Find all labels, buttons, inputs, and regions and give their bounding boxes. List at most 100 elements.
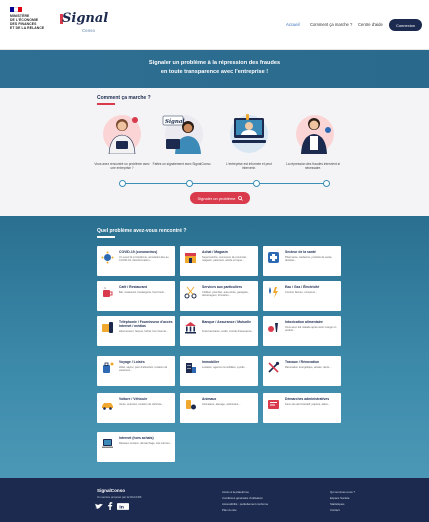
- bank-icon: [185, 322, 196, 334]
- timeline-dot: [323, 180, 330, 187]
- category-title: Téléphonie / Fournisseur d'accès interne…: [119, 320, 173, 328]
- energy-icon: [269, 287, 278, 298]
- category-card-real-estate[interactable]: Immobilier Location, agence immobilière,…: [180, 356, 258, 386]
- footer-link[interactable]: Espace Société: [330, 496, 349, 500]
- virus-icon: [101, 251, 114, 264]
- category-card-renovation[interactable]: Travaux / Rénovation Rénovation énergéti…: [263, 356, 341, 386]
- search-icon: [237, 195, 243, 201]
- footer-subtitle: Un service proposé par la DGCCRF: [97, 495, 142, 499]
- social-links: in: [95, 502, 129, 510]
- category-desc: Vous avez été malade après avoir mangé u…: [285, 326, 337, 333]
- category-card-services[interactable]: Services aux particuliers Coiffeur, plom…: [180, 281, 258, 311]
- step-2-badge: Signal: [165, 119, 185, 125]
- tools-icon: [268, 361, 280, 373]
- step-3-illustration: [230, 114, 268, 153]
- category-card-covid[interactable]: COVID-19 (coronavirus) Un souci lié à l'…: [97, 246, 175, 276]
- category-title: Services aux particuliers: [202, 285, 242, 289]
- category-desc: Faux site administratif, papiers, aides.…: [285, 403, 330, 406]
- logo-brand-sub: Conso: [82, 28, 96, 33]
- login-button[interactable]: Connexion: [389, 19, 422, 31]
- footer-link[interactable]: Accessibilité : partiellement conforme: [222, 502, 268, 506]
- category-card-bank[interactable]: Banque / Assurance / Mutuelle Frais banc…: [180, 316, 258, 346]
- category-card-utilities[interactable]: Eau / Gaz / Électricité Contrat, facture…: [263, 281, 341, 311]
- category-title: Intoxication alimentaire: [285, 320, 323, 324]
- category-title: COVID-19 (coronavirus): [119, 250, 158, 254]
- category-desc: Supermarché, commerce de proximité, maga…: [202, 256, 247, 263]
- hero-line-2: en toute transparence avec l'entreprise …: [160, 69, 269, 75]
- category-card-vehicle[interactable]: Voiture / Véhicule Vente, entretien, loc…: [97, 393, 175, 423]
- category-title: Travaux / Rénovation: [285, 360, 320, 364]
- category-title: Voiture / Véhicule: [119, 397, 148, 401]
- coffee-icon: [103, 287, 113, 297]
- step-2-caption: Faites un signalement avec SignalConso.: [152, 162, 212, 166]
- document-icon: [268, 400, 279, 409]
- step-2-illustration: Signal: [162, 115, 203, 154]
- category-desc: Hôtel, séjour, parc d'attraction, locati…: [119, 366, 168, 373]
- twitter-icon[interactable]: [95, 503, 103, 510]
- category-desc: Vente, entretien, location de véhicule..…: [119, 403, 164, 406]
- category-desc: Abonnement, facture, forfait, box intern…: [119, 330, 169, 333]
- step-1-caption: Vous avez rencontré un problème avec une…: [94, 162, 150, 171]
- category-card-travel[interactable]: Voyage / Loisirs Hôtel, séjour, parc d'a…: [97, 356, 175, 386]
- facebook-icon[interactable]: [107, 502, 113, 510]
- footer-link[interactable]: Qui sommes-nous ?: [330, 490, 355, 494]
- category-card-health[interactable]: Secteur de la santé Pharmacie, médecine,…: [263, 246, 341, 276]
- problems-title: Quel problème avez-vous rencontré ?: [97, 228, 187, 234]
- how-title: Comment ça marche ?: [97, 95, 151, 101]
- health-icon: [268, 252, 279, 263]
- login-button-label: Connexion: [395, 22, 416, 28]
- footer-link[interactable]: Accès à la plateforme: [222, 490, 249, 494]
- report-problem-button[interactable]: Signaler un problème: [190, 192, 250, 204]
- signalconso-logo[interactable]: Signal Conso: [60, 11, 110, 41]
- category-desc: Rénovation énergétique, artisan, devis..…: [285, 366, 332, 369]
- timeline-dot: [253, 180, 260, 187]
- category-card-food-poisoning[interactable]: Intoxication alimentaire Vous avez été m…: [263, 316, 341, 346]
- step-1-illustration: [103, 115, 141, 154]
- category-desc: Animalerie, élevage, vétérinaire...: [202, 403, 241, 406]
- hero-title: Signaler un problème à la répression des…: [0, 59, 429, 77]
- category-title: Animaux: [202, 397, 217, 401]
- luggage-icon: [103, 362, 114, 373]
- category-desc: Bar, restaurant, boulangerie, food truck…: [119, 291, 167, 294]
- laptop-icon: [102, 439, 113, 448]
- pet-icon: [186, 400, 196, 410]
- ministry-line: ET DE LA RELANCE: [10, 26, 45, 30]
- category-title: Eau / Gaz / Électricité: [285, 285, 320, 289]
- category-card-internet[interactable]: Internet (hors achats) Réseaux sociaux, …: [97, 432, 175, 462]
- republic-logo[interactable]: MINISTÈRE DE L'ÉCONOMIE DES FINANCES ET …: [10, 7, 54, 30]
- footer-link[interactable]: Plan du site: [222, 508, 237, 512]
- footer-link[interactable]: Conditions générales d'utilisation: [222, 496, 263, 500]
- timeline-dot: [119, 180, 126, 187]
- food-icon: [268, 323, 278, 332]
- category-card-animals[interactable]: Animaux Animalerie, élevage, vétérinaire…: [180, 393, 258, 423]
- footer-link[interactable]: Contact: [330, 508, 340, 512]
- linkedin-icon[interactable]: in: [117, 502, 129, 510]
- category-card-shop[interactable]: Achat / Magasin Supermarché, commerce de…: [180, 246, 258, 276]
- category-desc: Un souci lié à l'épidémie, annulation li…: [119, 256, 169, 263]
- shop-icon: [185, 253, 196, 263]
- step-4-illustration: [296, 115, 334, 154]
- category-card-telecom[interactable]: Téléphonie / Fournisseur d'accès interne…: [97, 316, 175, 346]
- category-title: Internet (hors achats): [119, 436, 154, 440]
- category-title: Immobilier: [202, 360, 220, 364]
- footer-link[interactable]: Statistiques: [330, 502, 344, 506]
- page: MINISTÈRE DE L'ÉCONOMIE DES FINANCES ET …: [0, 0, 429, 522]
- nav-how-it-works[interactable]: Comment ça marche ?: [310, 22, 352, 27]
- nav-home[interactable]: Accueil: [286, 22, 300, 27]
- nav-help-center[interactable]: Centre d'aide: [358, 22, 383, 27]
- category-card-admin[interactable]: Démarches administratives Faux site admi…: [263, 393, 341, 423]
- title-underline: [97, 103, 115, 105]
- phone-icon: [102, 322, 113, 333]
- scissors-icon: [184, 286, 197, 299]
- category-desc: Contrat, facture, compteur...: [285, 291, 318, 294]
- category-title: Secteur de la santé: [285, 250, 316, 254]
- category-desc: Frais bancaires, crédit, contrat d'assur…: [202, 330, 254, 333]
- category-card-cafe[interactable]: Café / Restaurant Bar, restaurant, boula…: [97, 281, 175, 311]
- site-footer: SignalConso Un service proposé par la DG…: [0, 478, 429, 522]
- category-desc: Réseaux sociaux, démarchage, site intern…: [119, 442, 172, 445]
- french-flag-icon: [10, 7, 22, 12]
- category-title: Banque / Assurance / Mutuelle: [202, 320, 252, 324]
- hero-line-1: Signaler un problème à la répression des…: [148, 60, 281, 66]
- category-desc: Coiffeur, plombier, auto-école, garagist…: [202, 291, 249, 298]
- category-title: Achat / Magasin: [202, 250, 228, 254]
